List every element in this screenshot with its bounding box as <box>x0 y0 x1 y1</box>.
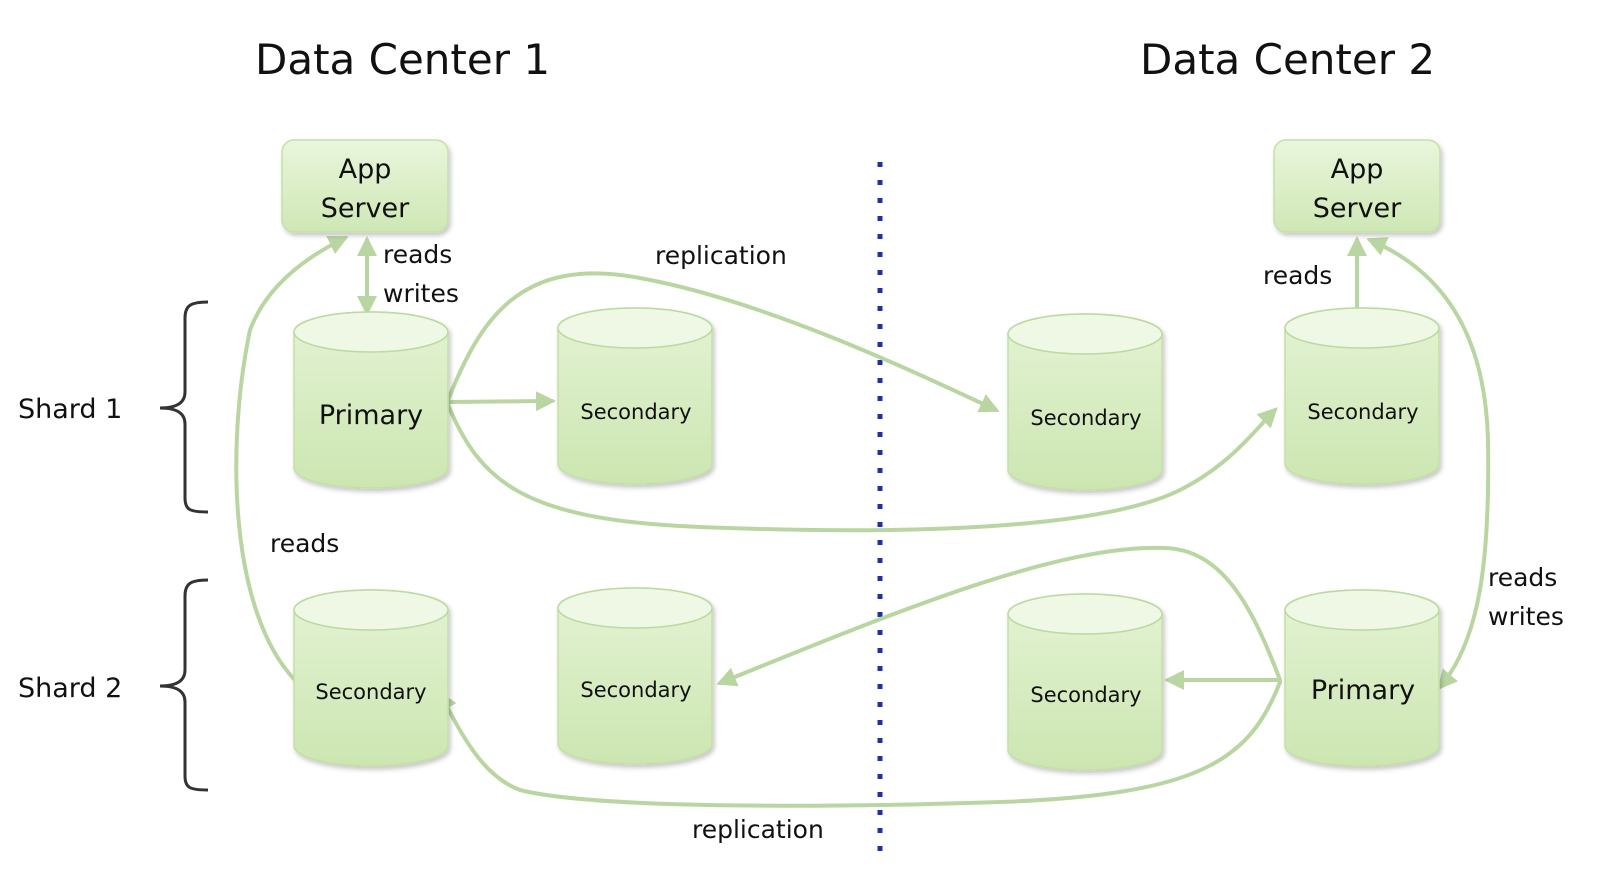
node-s2-dc1-secondary-b-label: Secondary <box>580 678 691 702</box>
cylinder-s2-dc2-secondary <box>1007 593 1163 771</box>
cylinder-top <box>1284 589 1440 631</box>
cylinder-top <box>293 589 449 631</box>
replication-diagram: Data Center 1 Data Center 2 Shard 1 Shar… <box>18 35 1564 860</box>
cylinder-top <box>1284 307 1440 349</box>
cylinder-top <box>1007 313 1163 355</box>
cylinder-s2-dc1-secondary-b <box>557 587 713 765</box>
label-dc1-reads: reads <box>383 240 452 269</box>
app-server-dc2-line1: App <box>1331 154 1384 185</box>
label-dc1-shard2-reads: reads <box>270 529 339 558</box>
label-dc2-reads-2: reads <box>1488 563 1557 592</box>
label-replication-bottom: replication <box>692 815 824 844</box>
cylinder-top <box>557 307 713 349</box>
app-server-dc1-line2: Server <box>321 193 410 224</box>
data-center-1-title: Data Center 1 <box>255 35 550 84</box>
cylinder-top <box>1007 593 1163 635</box>
shard-1-brace <box>159 300 209 514</box>
label-dc1-writes: writes <box>383 279 459 308</box>
cylinder-s2-dc1-secondary-a <box>293 589 449 767</box>
node-s2-dc2-primary-label: Primary <box>1311 675 1415 706</box>
shard-2-label: Shard 2 <box>18 673 122 704</box>
cylinder-s1-dc2-secondary-b <box>1284 307 1440 485</box>
label-dc2-reads: reads <box>1263 261 1332 290</box>
node-s1-dc1-secondary-label: Secondary <box>580 400 691 424</box>
cylinder-top <box>557 587 713 629</box>
node-s1-dc2-secondary-a-label: Secondary <box>1030 406 1141 430</box>
edge-s1-primary-secondary <box>446 391 556 412</box>
app-server-dc1-line1: App <box>339 154 392 185</box>
node-s1-dc1-primary-label: Primary <box>319 400 423 431</box>
app-server-dc2-line2: Server <box>1313 193 1402 224</box>
cylinder-s1-dc1-secondary <box>557 307 713 485</box>
cylinder-top <box>293 311 449 353</box>
cylinder-s1-dc2-secondary-a <box>1007 313 1163 491</box>
edge-s2-replication-top <box>716 545 1282 687</box>
node-s2-dc1-secondary-a-label: Secondary <box>315 680 426 704</box>
data-center-2-title: Data Center 2 <box>1140 35 1435 84</box>
label-dc2-writes: writes <box>1488 602 1564 631</box>
shard-1-label: Shard 1 <box>18 394 122 425</box>
edge-s1-replication-top <box>446 271 1000 413</box>
node-s1-dc2-secondary-b-label: Secondary <box>1307 400 1418 424</box>
node-s2-dc2-secondary-label: Secondary <box>1030 683 1141 707</box>
label-replication-top: replication <box>655 241 787 270</box>
shard-2-brace <box>159 578 209 792</box>
